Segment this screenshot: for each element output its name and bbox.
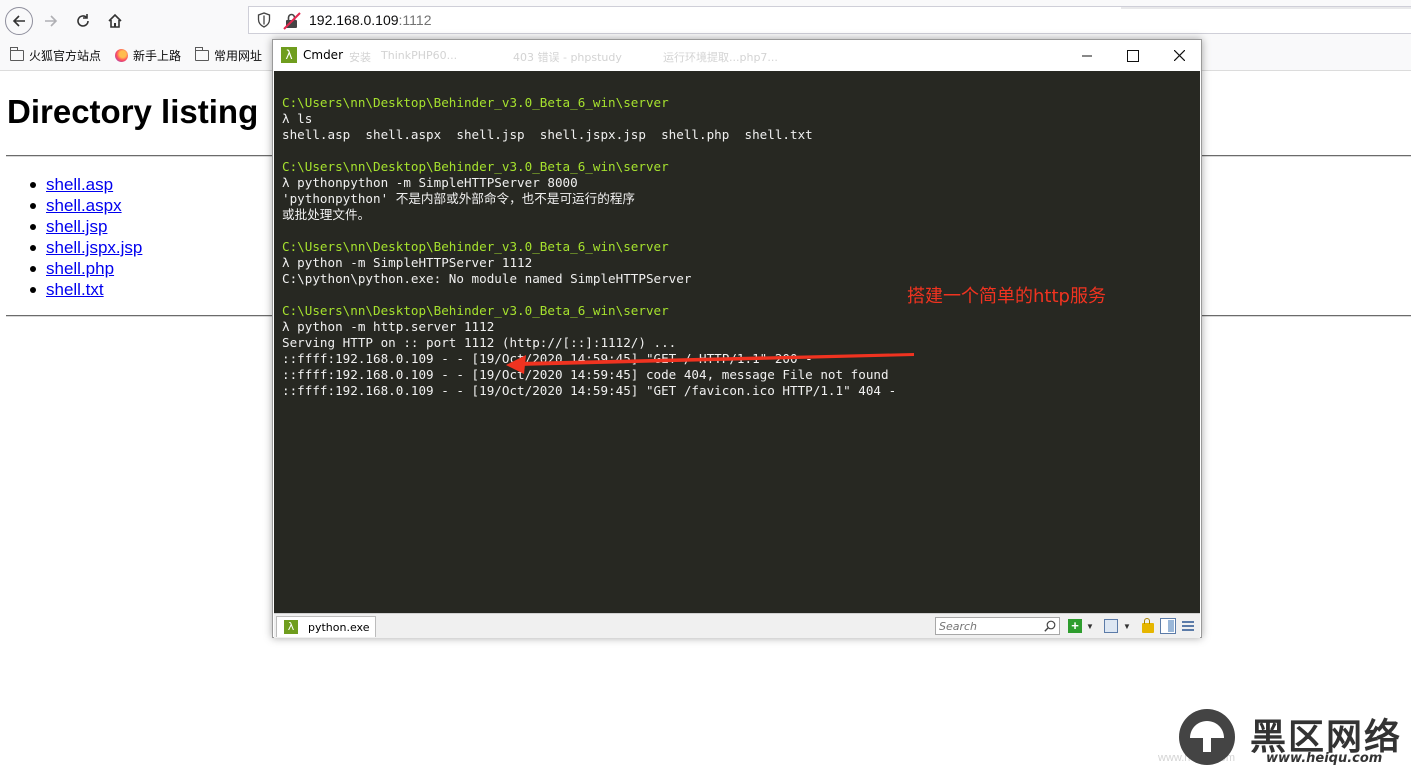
browser-toolbar: 192.168.0.109:1112 [0,0,1411,40]
console-output[interactable]: C:\Users\nn\Desktop\Behinder_v3.0_Beta_6… [274,71,1200,613]
file-link[interactable]: shell.php [46,259,114,278]
chevron-down-icon[interactable]: ▼ [1086,622,1094,636]
back-arrow-icon [12,15,25,27]
search-input[interactable] [936,618,1046,634]
file-link[interactable]: shell.aspx [46,196,122,215]
minimize-button[interactable] [1064,40,1110,71]
faded-text: 403 错误 - phpstudy [513,51,622,64]
file-link[interactable]: shell.txt [46,280,104,299]
faded-text: 安装 [349,51,371,64]
cmder-title: Cmder [303,48,344,62]
console-tab[interactable]: λ python.exe [276,616,376,637]
split-view-icon[interactable] [1160,618,1176,634]
bookmark-label: 新手上路 [133,49,182,63]
list-item: shell.jspx.jsp [29,237,142,258]
chevron-down-icon[interactable]: ▼ [1123,622,1131,636]
maximize-button[interactable] [1110,40,1156,71]
watermark-url: www.heiqu.com [1266,751,1383,766]
reload-button[interactable] [70,8,96,34]
cmder-statusbar: λ python.exe + ▼ ▼ [274,613,1200,638]
bookmark-firefox-official[interactable]: 火狐官方站点 [10,47,101,64]
list-item: shell.aspx [29,195,142,216]
annotation-arrow [506,353,914,374]
panel-icon[interactable] [1104,619,1118,633]
file-list: shell.asp shell.aspx shell.jsp shell.jsp… [29,174,142,300]
forward-arrow-icon [45,15,58,27]
faded-text: 运行环境提取...php7... [663,51,778,64]
back-button[interactable] [5,7,33,35]
cmder-titlebar[interactable]: λ Cmder 安装 ThinkPHP60... 403 错误 - phpstu… [273,40,1201,71]
new-console-button[interactable]: + [1068,619,1082,633]
bookmark-label: 火狐官方站点 [29,49,102,63]
lock-icon[interactable] [1142,618,1154,633]
home-icon [108,13,122,28]
list-item: shell.asp [29,174,142,195]
search-field[interactable] [935,617,1060,635]
minimize-icon [1082,55,1092,56]
lambda-icon: λ [281,47,297,63]
url-host: 192.168.0.109 [309,12,399,28]
annotation-text: 搭建一个简单的http服务 [907,286,1106,307]
maximize-icon [1127,49,1139,62]
bookmark-getting-started[interactable]: 新手上路 [115,47,181,64]
tab-label: python.exe [308,621,370,634]
forward-button[interactable] [38,8,64,34]
url-text[interactable]: 192.168.0.109:1112 [309,12,432,28]
file-link[interactable]: shell.jspx.jsp [46,238,142,257]
mushroom-logo-icon [1179,709,1235,765]
home-button[interactable] [102,8,128,34]
url-port: :1112 [398,12,432,28]
insecure-lock-icon[interactable] [283,12,301,30]
cmder-window[interactable]: λ Cmder 安装 ThinkPHP60... 403 错误 - phpstu… [272,39,1202,638]
shield-icon[interactable] [257,12,271,28]
folder-icon [10,47,24,61]
search-icon[interactable] [1044,620,1056,632]
file-link[interactable]: shell.jsp [46,217,107,236]
list-item: shell.jsp [29,216,142,237]
page-title: Directory listing [7,93,259,130]
bookmark-common-sites[interactable]: 常用网址 [195,47,262,64]
bookmark-label: 常用网址 [214,49,263,63]
reload-icon [77,14,89,27]
firefox-icon [115,49,128,62]
close-button[interactable] [1156,40,1202,71]
lambda-icon: λ [284,620,298,634]
file-link[interactable]: shell.asp [46,175,113,194]
menu-icon[interactable] [1182,621,1194,631]
list-item: shell.txt [29,279,142,300]
urlbar-edge [1121,7,1411,9]
list-item: shell.php [29,258,142,279]
address-bar[interactable]: 192.168.0.109:1112 [248,6,1411,34]
close-icon [1173,50,1185,61]
folder-icon [195,47,209,61]
faded-text: ThinkPHP60... [381,49,458,62]
